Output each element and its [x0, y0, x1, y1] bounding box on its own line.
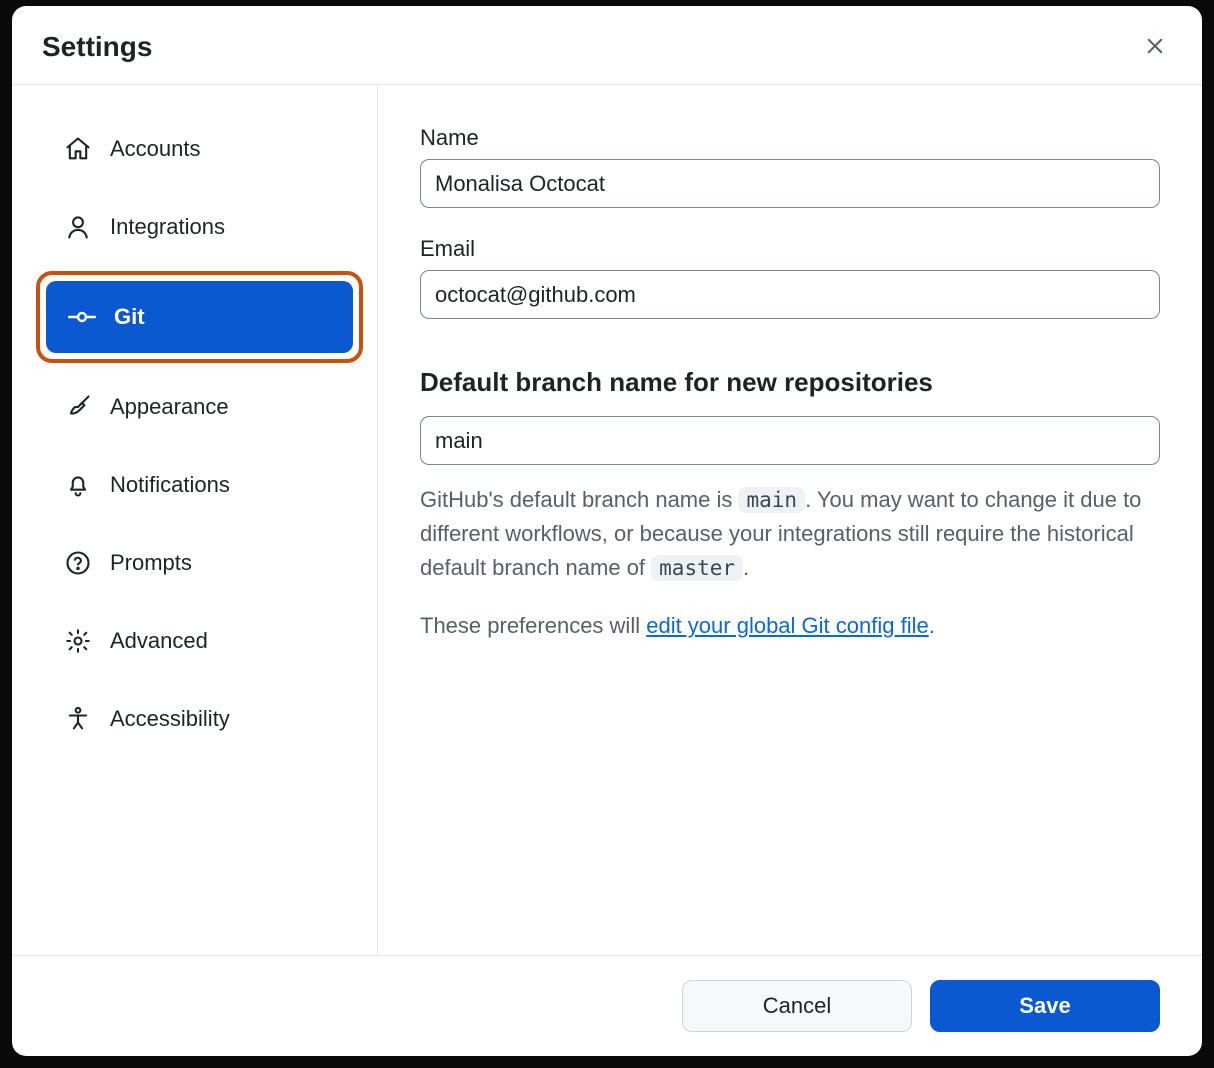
sidebar-item-label: Git: [114, 304, 145, 330]
default-branch-helper: GitHub's default branch name is main. Yo…: [420, 483, 1160, 585]
sidebar-item-label: Accessibility: [110, 706, 230, 732]
cancel-button[interactable]: Cancel: [682, 980, 912, 1032]
sidebar-item-label: Appearance: [110, 394, 229, 420]
settings-modal: Settings Accounts Integrations: [12, 6, 1202, 1056]
modal-title: Settings: [42, 31, 152, 63]
modal-footer: Cancel Save: [12, 955, 1202, 1056]
helper-text-part: GitHub's default branch name is: [420, 487, 738, 512]
code-chip-main: main: [738, 487, 805, 513]
bell-icon: [64, 471, 92, 499]
git-config-link[interactable]: edit your global Git config file: [646, 613, 929, 638]
name-label: Name: [420, 125, 1160, 151]
sidebar-item-prompts[interactable]: Prompts: [42, 527, 357, 599]
sidebar-highlight: Git: [36, 271, 363, 363]
default-branch-heading: Default branch name for new repositories: [420, 367, 1160, 398]
git-config-note: These preferences will edit your global …: [420, 613, 1160, 639]
sidebar-item-accessibility[interactable]: Accessibility: [42, 683, 357, 755]
sidebar-item-label: Notifications: [110, 472, 230, 498]
modal-header: Settings: [12, 6, 1202, 85]
name-input[interactable]: [420, 159, 1160, 208]
code-chip-master: master: [651, 555, 743, 581]
person-icon: [64, 213, 92, 241]
modal-body: Accounts Integrations Git: [12, 85, 1202, 955]
paintbrush-icon: [64, 393, 92, 421]
close-icon: [1145, 36, 1165, 59]
sidebar-item-label: Advanced: [110, 628, 208, 654]
gear-icon: [64, 627, 92, 655]
note-prefix: These preferences will: [420, 613, 646, 638]
accessibility-icon: [64, 705, 92, 733]
sidebar-item-label: Prompts: [110, 550, 192, 576]
sidebar-item-accounts[interactable]: Accounts: [42, 113, 357, 185]
sidebar-item-integrations[interactable]: Integrations: [42, 191, 357, 263]
default-branch-input[interactable]: [420, 416, 1160, 465]
sidebar-item-advanced[interactable]: Advanced: [42, 605, 357, 677]
close-button[interactable]: [1138, 30, 1172, 64]
sidebar-item-git[interactable]: Git: [46, 281, 353, 353]
email-label: Email: [420, 236, 1160, 262]
git-commit-icon: [68, 303, 96, 331]
note-suffix: .: [929, 613, 935, 638]
sidebar-item-label: Integrations: [110, 214, 225, 240]
helper-text-part: .: [743, 555, 749, 580]
save-button[interactable]: Save: [930, 980, 1160, 1032]
question-icon: [64, 549, 92, 577]
sidebar-item-label: Accounts: [110, 136, 201, 162]
sidebar-item-appearance[interactable]: Appearance: [42, 371, 357, 443]
home-icon: [64, 135, 92, 163]
sidebar-item-notifications[interactable]: Notifications: [42, 449, 357, 521]
settings-content: Name Email Default branch name for new r…: [378, 85, 1202, 955]
settings-sidebar: Accounts Integrations Git: [12, 85, 378, 955]
email-input[interactable]: [420, 270, 1160, 319]
